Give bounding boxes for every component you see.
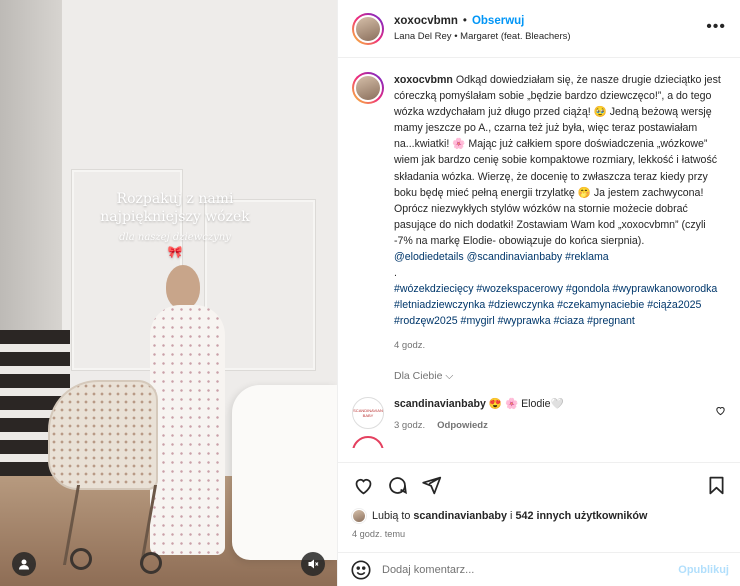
comment-item: SCANDINAVIAN BABY scandinavianbaby 😍 🌸 E… xyxy=(352,396,726,431)
audio-track[interactable]: Lana Del Rey • Margaret (feat. Bleachers… xyxy=(394,31,571,42)
comment-text: 😍 🌸 Elodie🤍 xyxy=(488,397,564,410)
publish-button[interactable]: Opublikuj xyxy=(678,564,729,576)
action-bar xyxy=(338,462,740,508)
likes-summary[interactable]: Lubią to scandinavianbaby i 542 innych u… xyxy=(352,509,647,523)
follow-button[interactable]: Obserwuj xyxy=(472,15,524,27)
likes-middle: i xyxy=(510,510,513,522)
author-username[interactable]: xoxocvbmn xyxy=(394,15,458,27)
heart-icon[interactable] xyxy=(350,473,376,499)
comment-composer: Opublikuj xyxy=(338,552,740,586)
more-options-icon[interactable]: ••• xyxy=(706,18,726,36)
caption-avatar[interactable] xyxy=(352,72,384,104)
caption-text: Odkąd dowiedziałam się, że nasze drugie … xyxy=(394,74,721,247)
caption-username[interactable]: xoxocvbmn xyxy=(394,74,453,86)
bow-emoji: 🎀 xyxy=(167,245,183,259)
overlay-title: Rozpakuj z nami najpiękniejszy wózek xyxy=(100,191,250,225)
post-caption: xoxocvbmn Odkąd dowiedziałam się, że nas… xyxy=(352,72,726,354)
post-media[interactable]: Rozpakuj z nami najpiękniejszy wózek dla… xyxy=(0,0,337,586)
stroller-image xyxy=(48,380,158,490)
muted-icon[interactable] xyxy=(301,552,325,576)
comment-like-icon[interactable] xyxy=(715,405,726,419)
overlay-subtitle: dla naszej dziewczyny xyxy=(119,232,231,243)
caption-mentions[interactable]: @elodiedetails @scandinavianbaby #reklam… xyxy=(394,251,609,263)
comment-time[interactable]: 3 godz. xyxy=(394,420,425,431)
likes-count[interactable]: 542 innych użytkowników xyxy=(515,510,647,522)
reply-button[interactable]: Odpowiedz xyxy=(437,420,488,431)
post-time[interactable]: 4 godz. temu xyxy=(352,529,405,539)
separator-dot: • xyxy=(462,15,467,27)
comment-avatar[interactable]: SCANDINAVIAN BABY xyxy=(352,396,384,429)
for-you-filter[interactable]: Dla Ciebie ⌵ xyxy=(394,370,726,383)
emoji-icon[interactable] xyxy=(350,559,372,581)
caption-dot: . xyxy=(394,267,397,280)
liker-avatar xyxy=(352,509,366,523)
comment-username[interactable]: scandinavianbaby xyxy=(394,398,486,410)
comment-icon[interactable] xyxy=(384,473,410,499)
caption-time[interactable]: 4 godz. xyxy=(394,338,726,354)
share-icon[interactable] xyxy=(418,473,444,499)
comments-section[interactable]: xoxocvbmn Odkąd dowiedziałam się, że nas… xyxy=(338,58,740,448)
chevron-down-icon: ⌵ xyxy=(445,369,454,382)
bookmark-icon[interactable] xyxy=(703,473,729,499)
post-header: xoxocvbmn • Obserwuj Lana Del Rey • Marg… xyxy=(338,0,740,58)
next-comment-avatar xyxy=(352,436,384,448)
user-tag-icon[interactable] xyxy=(12,552,36,576)
likes-user[interactable]: scandinavianbaby xyxy=(413,510,507,522)
caption-hashtags[interactable]: #wózekdziecięcy #wozekspacerowy #gondola… xyxy=(394,283,717,327)
comment-input[interactable] xyxy=(382,563,679,576)
likes-prefix: Lubią to xyxy=(372,510,411,522)
post-modal: Rozpakuj z nami najpiękniejszy wózek dla… xyxy=(0,0,740,586)
post-side-panel: xoxocvbmn • Obserwuj Lana Del Rey • Marg… xyxy=(337,0,740,586)
media-overlay-text: Rozpakuj z nami najpiękniejszy wózek dla… xyxy=(90,190,260,259)
for-you-label: Dla Ciebie xyxy=(394,369,443,382)
avatar[interactable] xyxy=(352,12,384,45)
